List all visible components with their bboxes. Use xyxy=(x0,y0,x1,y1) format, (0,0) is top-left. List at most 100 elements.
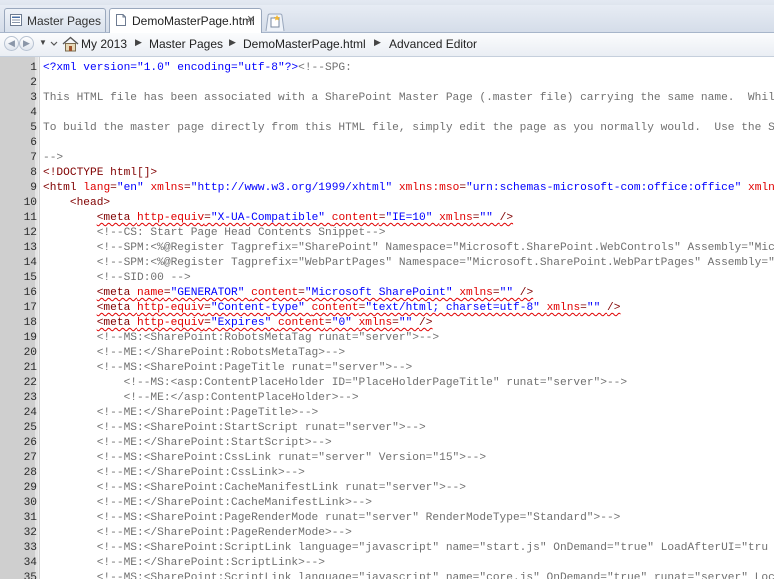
code-line[interactable]: 23 <!--ME:</asp:ContentPlaceHolder>--> xyxy=(0,391,774,406)
code-line[interactable]: 18 <meta http-equiv="Expires" content="0… xyxy=(0,316,774,331)
close-icon[interactable]: ✕ xyxy=(245,13,257,26)
code-line[interactable]: 34 <!--ME:</SharePoint:ScriptLink>--> xyxy=(0,556,774,571)
line-number: 24 xyxy=(23,407,37,419)
code-comment: This HTML file has been associated with … xyxy=(43,92,774,104)
code-comment: <!--SPM:<%@Register Tagprefix="SharePoin… xyxy=(96,242,774,254)
code-line[interactable]: 2 xyxy=(0,76,774,91)
code-tag: = xyxy=(163,287,171,299)
code-line[interactable]: 13 <!--SPM:<%@Register Tagprefix="ShareP… xyxy=(0,241,774,256)
code-line[interactable]: 30 <!--ME:</SharePoint:CacheManifestLink… xyxy=(0,496,774,511)
code-value: "http://www.w3.org/1999/xhtml" xyxy=(190,182,399,194)
code-tag: = xyxy=(298,287,305,299)
code-line[interactable]: 24 <!--ME:</SharePoint:PageTitle>--> xyxy=(0,406,774,421)
code-text: <!--SPM:<%@Register Tagprefix="SharePoin… xyxy=(43,241,774,256)
code-attribute: content xyxy=(311,302,359,314)
html-file-icon xyxy=(116,14,126,26)
code-line[interactable]: 14 <!--SPM:<%@Register Tagprefix="WebPar… xyxy=(0,256,774,271)
code-line[interactable]: 20 <!--ME:</SharePoint:RobotsMetaTag>--> xyxy=(0,346,774,361)
code-line[interactable]: 7 --> xyxy=(0,151,774,166)
code-line[interactable]: 6 xyxy=(0,136,774,151)
code-tag: /> xyxy=(519,287,534,299)
code-text: <!--ME:</SharePoint:StartScript>--> xyxy=(43,436,332,451)
code-text: <?xml version="1.0" encoding="utf-8"?><!… xyxy=(43,61,352,76)
code-line[interactable]: 15 <!--SID:00 --> xyxy=(0,271,774,286)
code-editor[interactable]: 1 <?xml version="1.0" encoding="utf-8"?><… xyxy=(0,57,774,579)
code-comment: <!--MS:<SharePoint:PageRenderMode runat=… xyxy=(96,512,621,524)
code-line[interactable]: 4 xyxy=(0,106,774,121)
new-tab-icon[interactable] xyxy=(264,12,286,32)
line-number: 7 xyxy=(30,152,37,164)
code-comment: <!--ME:</SharePoint:CacheManifestLink>--… xyxy=(96,497,372,509)
code-text: <!--MS:<SharePoint:CssLink runat="server… xyxy=(43,451,486,466)
home-icon xyxy=(62,36,79,52)
line-number: 18 xyxy=(23,317,37,329)
tab-demo-master-page[interactable]: DemoMasterPage.html ✕ xyxy=(109,8,262,33)
code-comment: <!--MS:<SharePoint:PageTitle runat="serv… xyxy=(96,362,413,374)
code-tag: = xyxy=(325,317,332,329)
breadcrumb-master-pages[interactable]: Master Pages xyxy=(149,37,223,51)
code-line[interactable]: 33 <!--MS:<SharePoint:ScriptLink languag… xyxy=(0,541,774,556)
history-dropdown-icon[interactable]: ▼ xyxy=(39,38,47,47)
back-button[interactable]: ◀ xyxy=(4,36,19,51)
code-line[interactable]: 9 <html lang="en" xmlns="http://www.w3.or… xyxy=(0,181,774,196)
code-line[interactable]: 8 <!DOCTYPE html[]> xyxy=(0,166,774,181)
code-text: <meta http-equiv="Content-type" content=… xyxy=(43,301,621,316)
forward-button[interactable]: ▶ xyxy=(19,36,34,51)
code-comment: <!--MS:<SharePoint:CssLink runat="server… xyxy=(96,452,487,464)
breadcrumb-site[interactable]: My 2013 xyxy=(81,37,127,51)
code-line[interactable]: 5 To build the master page directly from … xyxy=(0,121,774,136)
code-attribute: xmlns xyxy=(150,182,185,194)
code-attribute: http-equiv xyxy=(137,317,205,329)
breadcrumb-advanced-editor[interactable]: Advanced Editor xyxy=(389,37,477,51)
page-list-icon xyxy=(10,14,22,26)
code-line[interactable]: 10 <head> xyxy=(0,196,774,211)
code-value: "GENERATOR" xyxy=(170,287,252,299)
code-text: <!--MS:<asp:ContentPlaceHolder ID="Place… xyxy=(43,376,628,391)
code-line[interactable]: 19 <!--MS:<SharePoint:RobotsMetaTag runa… xyxy=(0,331,774,346)
tab-master-pages[interactable]: Master Pages xyxy=(4,8,106,32)
code-comment: <!--SPG: xyxy=(298,62,352,74)
code-text: --> xyxy=(43,151,63,166)
code-tag: = xyxy=(204,317,211,329)
code-tag: = xyxy=(184,182,191,194)
code-line[interactable]: 21 <!--MS:<SharePoint:PageTitle runat="s… xyxy=(0,361,774,376)
code-line[interactable]: 22 <!--MS:<asp:ContentPlaceHolder ID="Pl… xyxy=(0,376,774,391)
code-line[interactable]: 28 <!--ME:</SharePoint:CssLink>--> xyxy=(0,466,774,481)
line-number: 26 xyxy=(23,437,37,449)
code-line[interactable]: 1 <?xml version="1.0" encoding="utf-8"?><… xyxy=(0,61,774,76)
code-comment: <!--ME:</SharePoint:PageTitle>--> xyxy=(96,407,319,419)
code-tag: <meta xyxy=(96,212,138,224)
code-line[interactable]: 29 <!--MS:<SharePoint:CacheManifestLink … xyxy=(0,481,774,496)
code-line[interactable]: 25 <!--MS:<SharePoint:StartScript runat=… xyxy=(0,421,774,436)
code-comment: <!--ME:</SharePoint:CssLink>--> xyxy=(96,467,305,479)
code-line[interactable]: 26 <!--ME:</SharePoint:StartScript>--> xyxy=(0,436,774,451)
code-value: "" xyxy=(586,302,608,314)
code-line[interactable]: 17 <meta http-equiv="Content-type" conte… xyxy=(0,301,774,316)
line-number: 23 xyxy=(23,392,37,404)
code-comment: <!--ME:</SharePoint:StartScript>--> xyxy=(96,437,332,449)
code-line[interactable]: 16 <meta name="GENERATOR" content="Micro… xyxy=(0,286,774,301)
code-line[interactable]: 32 <!--ME:</SharePoint:PageRenderMode>--… xyxy=(0,526,774,541)
chevron-down-icon[interactable] xyxy=(50,37,58,51)
breadcrumb-file[interactable]: DemoMasterPage.html xyxy=(243,37,366,51)
code-text: To build the master page directly from t… xyxy=(43,121,774,136)
code-line[interactable]: 27 <!--MS:<SharePoint:CssLink runat="ser… xyxy=(0,451,774,466)
code-line[interactable]: 12 <!--CS: Start Page Head Contents Snip… xyxy=(0,226,774,241)
code-text: <!--ME:</SharePoint:RobotsMetaTag>--> xyxy=(43,346,345,361)
code-text: <!--MS:<SharePoint:RobotsMetaTag runat="… xyxy=(43,331,439,346)
code-comment: <!--ME:</asp:ContentPlaceHolder>--> xyxy=(123,392,359,404)
code-line[interactable]: 3 This HTML file has been associated with… xyxy=(0,91,774,106)
code-comment: <!--ME:</SharePoint:PageRenderMode>--> xyxy=(96,527,352,539)
code-value: "X-UA-Compatible" xyxy=(210,212,332,224)
code-line[interactable]: 35 <!--MS:<SharePoint:ScriptLink languag… xyxy=(0,571,774,579)
code-value: "" xyxy=(479,212,500,224)
line-number: 15 xyxy=(23,272,37,284)
code-line[interactable]: 11 <meta http-equiv="X-UA-Compatible" co… xyxy=(0,211,774,226)
code-line[interactable]: 31 <!--MS:<SharePoint:PageRenderMode run… xyxy=(0,511,774,526)
